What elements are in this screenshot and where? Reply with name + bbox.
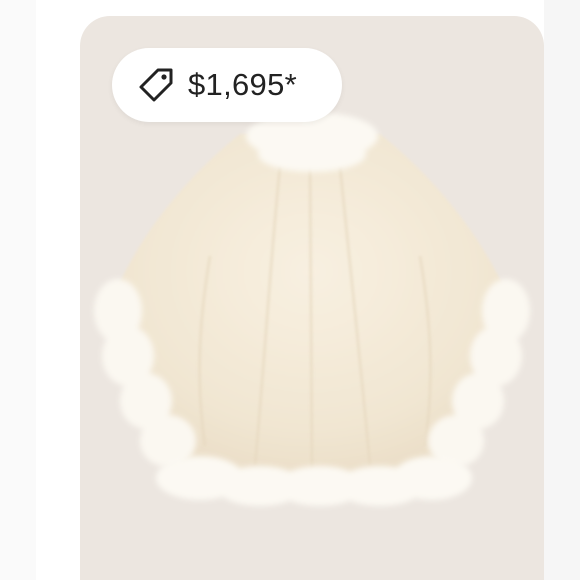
- listing-view: $1,695*: [0, 0, 580, 580]
- left-edge-panel: [0, 0, 36, 580]
- right-edge-panel: [544, 0, 580, 580]
- tag-icon: [136, 65, 176, 105]
- price-badge[interactable]: $1,695*: [112, 48, 342, 122]
- price-label: $1,695*: [188, 67, 297, 102]
